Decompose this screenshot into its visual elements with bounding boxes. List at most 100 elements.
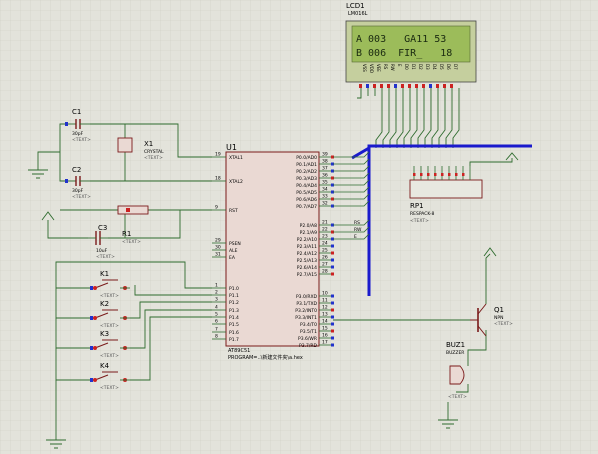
mcu-right-pin-name: P3.1/TXD [296,301,317,307]
mcu-right-pin-number: 15 [322,326,328,332]
lcd-line-2: B 006 FIR_ 18 [356,48,452,59]
mcu-left-pin-number: 29 [215,238,221,244]
mcu-right-pin-number: 28 [322,269,328,275]
net-label: RW [354,227,362,233]
mcu-program: PROGRAM=..\新建文件夹\a.hex [228,354,303,361]
key-terminal [93,378,97,382]
c2-ref: C2 [72,166,81,174]
c1-text: <TEXT> [72,137,91,143]
c1-ref: C1 [72,108,81,116]
c2-value: 30pF [72,188,84,194]
mcu-right-pin-name: P3.6/WR [298,336,317,342]
mcu-u1[interactable]: U1 19 XTAL1 18 XTAL2 9 RST 29 PSEN 30 ALE 31 EA 1 P1.… [212,143,334,361]
mcu-right-pin-marker [331,315,334,319]
lcd-pin-label: VEE [376,64,381,72]
mcu-right-pin-marker [331,322,334,326]
lcd-part: LM016L [348,11,368,17]
mcu-left-pin-number: 3 [215,297,218,303]
lcd-pin-label: RS [383,64,388,70]
crystal-ref: X1 [144,140,153,148]
mcu-left-pin-name: EA [229,255,236,261]
mcu-left-pin-name: P1.2 [229,300,239,306]
mcu-left-pin-number: 18 [215,176,221,182]
key-ref: K4 [100,362,110,370]
mcu-right-pin-marker [331,258,334,262]
lcd-pin-label: D1 [411,64,416,70]
mcu-part: AT89C51 [228,348,250,354]
mcu-right-pin-marker [331,329,334,333]
buzzer-text: <TEXT> [448,394,467,400]
lcd-pin-label: D2 [418,64,423,70]
lcd-pin-label: D0 [404,64,409,70]
mcu-right-pin-name: P0.6/AD6 [296,197,317,203]
key-ref: K1 [100,270,109,278]
q1-text: <TEXT> [494,321,513,327]
key-terminal [93,286,97,290]
mcu-left-pin-name: P1.0 [229,286,239,292]
mcu-right-pin-name: P2.1/A9 [300,230,317,236]
mcu-right-pin-number: 33 [322,194,328,200]
c3-value: 10uF [96,248,108,254]
mcu-right-pin-number: 12 [322,305,328,311]
buzzer-body [449,365,465,385]
mcu-left-pin-number: 1 [215,283,218,289]
rp1-text: <TEXT> [410,218,429,224]
mcu-ref: U1 [226,143,237,152]
mcu-right-pin-marker [331,251,334,255]
mcu-right-pin-number: 14 [322,319,328,325]
crystal-body [117,137,133,153]
mcu-right-pin-number: 21 [322,220,328,226]
mcu-right-pin-name: P3.7/RD [299,343,318,349]
mcu-left-pin-name: P1.7 [229,337,239,343]
lcd-pin-label: D6 [446,64,451,70]
mcu-right-pin-marker [331,301,334,305]
lcd-pin-label: RW [390,64,395,71]
mcu-left-pin-number: 2 [215,290,218,296]
lcd-pin-label: D4 [432,64,437,70]
key-pin-marker [90,316,93,320]
mcu-right-pin-name: P0.1/AD1 [296,162,317,168]
mcu-right-pin-name: P0.3/AD3 [296,176,317,182]
key-ref: K2 [100,300,109,308]
c3-text: <TEXT> [96,254,115,260]
mcu-right-pin-name: P3.5/T1 [300,329,317,335]
q1-ref: Q1 [494,306,504,314]
rp1-part: RESPACK-8 [410,211,434,217]
mcu-right-pin-name: P2.3/A11 [297,244,317,250]
r1-marker [126,208,130,212]
r1-ref: R1 [122,230,131,238]
mcu-right-pin-name: P0.4/AD4 [296,183,317,189]
lcd-ref: LCD1 [346,2,365,10]
mcu-left-pin-name: P1.6 [229,330,239,336]
c3-ref: C3 [98,224,107,232]
mcu-right-pin-number: 10 [322,291,328,297]
lcd-pin-label: D3 [425,64,430,70]
mcu-right-pin-marker [331,272,334,276]
mcu-right-pin-number: 22 [322,227,328,233]
mcu-left-pin-name: XTAL2 [229,179,243,185]
schematic-canvas[interactable]: LCD1 LM016L A 003 GA11 53 B 006 FIR_ 18 … [0,0,598,454]
mcu-right-pin-number: 32 [322,201,328,207]
mcu-right-pin-number: 16 [322,333,328,339]
mcu-right-pin-name: P0.7/AD7 [296,204,317,210]
key-ref: K3 [100,330,109,338]
mcu-right-pin-marker [331,343,334,347]
lcd-line-1: A 003 GA11 53 [356,34,446,45]
mcu-right-pin-marker [331,244,334,248]
lcd-pin-label: VSS [362,64,367,72]
mcu-left-pin-number: 6 [215,319,218,325]
mcu-right-pin-marker [331,294,334,298]
q1-part: NPN [494,315,503,321]
mcu-left-pin-number: 30 [215,245,221,251]
mcu-right-pin-name: P3.0/RXD [296,294,318,300]
buzzer-ref: BUZ1 [446,341,465,349]
mcu-right-pin-number: 39 [322,152,328,158]
mcu-right-pin-number: 13 [322,312,328,318]
r1-text: <TEXT> [122,239,141,245]
mcu-right-pin-number: 27 [322,262,328,268]
mcu-right-pin-number: 37 [322,166,328,172]
mcu-right-pin-number: 24 [322,241,328,247]
mcu-right-pin-number: 34 [322,187,328,193]
lcd-pin-label: D5 [439,64,444,70]
mcu-right-pin-name: P3.2/INT0 [295,308,317,314]
